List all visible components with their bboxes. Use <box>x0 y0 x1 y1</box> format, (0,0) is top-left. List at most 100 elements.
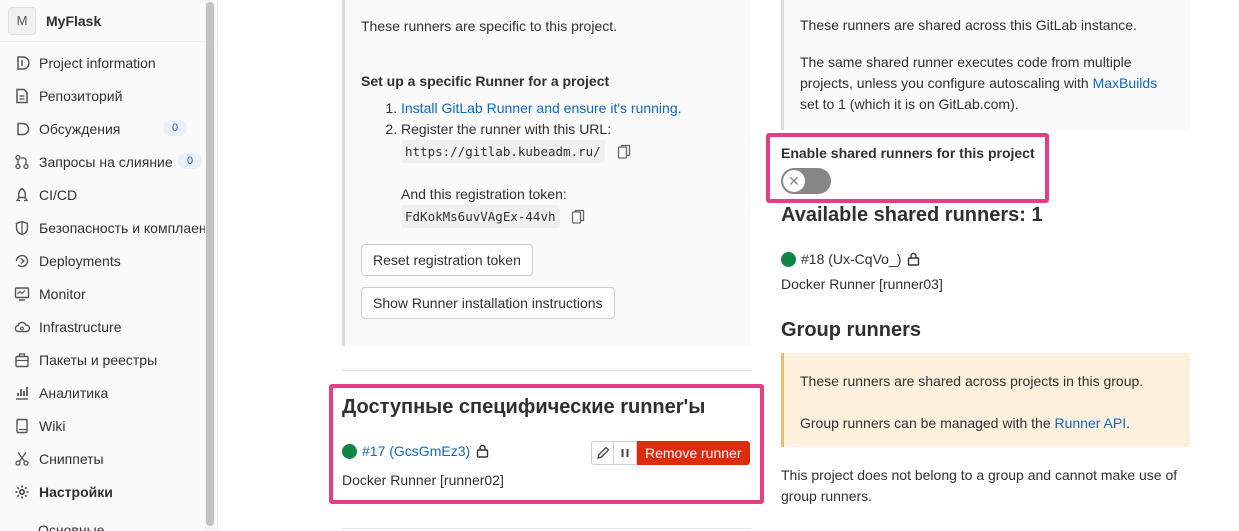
divider <box>342 370 751 371</box>
chart-icon <box>13 384 31 402</box>
shared-runner-row: #18 (Ux-CqVo_) <box>781 251 920 267</box>
divider <box>342 528 751 529</box>
specific-runner-row: #17 (GcsGmEz3) <box>342 443 489 459</box>
runner-api-link[interactable]: Runner API <box>1055 415 1127 431</box>
enable-shared-runners-label: Enable shared runners for this project <box>781 145 1035 161</box>
runner-online-status-icon <box>342 443 357 459</box>
group-runners-notice: These runners are shared across projects… <box>781 353 1190 447</box>
sidebar-item-analytics[interactable]: Аналитика <box>0 376 217 409</box>
doc-icon <box>13 87 31 105</box>
pencil-icon <box>596 446 609 459</box>
edit-runner-button[interactable] <box>591 441 614 465</box>
pause-runner-button[interactable] <box>614 441 637 465</box>
lock-icon <box>476 444 489 458</box>
copy-token-icon[interactable] <box>571 209 585 225</box>
sidebar-item-label: Обсуждения <box>39 120 121 137</box>
sidebar-item-label: Infrastructure <box>39 318 122 335</box>
remove-runner-button[interactable]: Remove runner <box>637 441 750 465</box>
group-notice-text-end: . <box>1126 415 1130 431</box>
sidebar-item-deployments[interactable]: Deployments <box>0 244 217 277</box>
install-runner-link[interactable]: Install GitLab Runner and ensure it's ru… <box>401 100 682 116</box>
project-name: MyFlask <box>46 12 102 29</box>
sidebar-item-project-information[interactable]: Project information <box>0 46 217 79</box>
merge-request-icon <box>13 153 31 171</box>
specific-runner-link[interactable]: #17 (GcsGmEz3) <box>362 443 470 459</box>
sidebar-scrollbar-thumb[interactable] <box>206 2 214 526</box>
lock-icon <box>907 252 920 266</box>
register-url-code: https://gitlab.kubeadm.ru/ <box>401 140 605 163</box>
sidebar-nav: Project information Репозиторий Обсужден… <box>0 42 217 508</box>
shared-runners-intro: These runners are shared across this Git… <box>800 17 1137 33</box>
specific-runners-card: These runners are specific to this proje… <box>342 0 751 346</box>
issues-count-badge: 0 <box>163 120 187 136</box>
sidebar-item-label: Сниппеты <box>39 450 104 467</box>
specific-runners-intro: These runners are specific to this proje… <box>361 18 618 34</box>
sidebar-item-packages[interactable]: Пакеты и реестры <box>0 343 217 376</box>
sidebar-item-label: Репозиторий <box>39 87 123 104</box>
package-icon <box>13 351 31 369</box>
sidebar-item-settings[interactable]: Настройки <box>0 475 217 508</box>
sidebar-scrollbar[interactable] <box>205 0 215 531</box>
maxbuilds-link[interactable]: MaxBuilds <box>1093 75 1158 91</box>
no-group-text: This project does not belong to a group … <box>781 467 1178 504</box>
sidebar-item-wiki[interactable]: Wiki <box>0 409 217 442</box>
setup-step-1: Install GitLab Runner and ensure it's ru… <box>401 98 735 119</box>
sidebar-item-ci-cd[interactable]: CI/CD <box>0 178 217 211</box>
group-runners-notice-1: These runners are shared across projects… <box>800 373 1144 389</box>
rocket-icon <box>13 186 31 204</box>
available-specific-runners-title: Доступные специфические runner'ы <box>342 396 706 418</box>
shared-runners-card: These runners are shared across this Git… <box>781 0 1190 130</box>
sidebar-item-issues[interactable]: Обсуждения 0 <box>0 112 217 145</box>
sidebar-item-label: Пакеты и реестры <box>39 351 158 368</box>
sidebar-item-label: Настройки <box>39 483 113 500</box>
sidebar-item-label: Wiki <box>39 417 66 434</box>
registration-token-text: And this registration token: <box>401 186 567 202</box>
cloud-icon <box>13 318 31 336</box>
sidebar-item-label: CI/CD <box>39 186 78 203</box>
sidebar-item-security[interactable]: Безопасность и комплаенс <box>0 211 217 244</box>
pause-icon <box>621 449 629 457</box>
close-icon: ✕ <box>783 170 805 192</box>
shared-desc-text: The same shared runner executes code fro… <box>800 54 1132 91</box>
sidebar-item-monitor[interactable]: Monitor <box>0 277 217 310</box>
setup-runner-heading: Set up a specific Runner for a project <box>361 73 610 89</box>
monitor-icon <box>13 285 31 303</box>
sidebar-item-label: Monitor <box>39 285 86 302</box>
register-url-text: Register the runner with this URL: <box>401 121 612 137</box>
project-header[interactable]: M MyFlask <box>0 0 217 42</box>
specific-runner-description: Docker Runner [runner02] <box>342 472 504 488</box>
registration-token-code: FdKokMs6uvVAgEx-44vh <box>401 205 560 228</box>
sidebar-item-repository[interactable]: Репозиторий <box>0 79 217 112</box>
runner-online-status-icon <box>781 251 796 267</box>
shared-desc-text-end: set to 1 (which it is on GitLab.com). <box>800 96 1019 112</box>
book-icon <box>13 417 31 435</box>
reset-token-button[interactable]: Reset registration token <box>361 244 533 276</box>
sidebar-item-label: Project information <box>39 54 156 71</box>
copy-url-icon[interactable] <box>617 144 631 160</box>
sidebar-item-label: Deployments <box>39 252 121 269</box>
group-notice-text: Group runners can be managed with the <box>800 415 1055 431</box>
setup-step-2: Register the runner with this URL: https… <box>401 119 735 228</box>
shared-runner-label: #18 (Ux-CqVo_) <box>801 251 902 267</box>
setup-steps: Install GitLab Runner and ensure it's ru… <box>361 98 735 228</box>
info-icon <box>13 54 31 72</box>
runner-actions: Remove runner <box>591 441 750 465</box>
sidebar-item-label: Запросы на слияние <box>39 153 173 170</box>
scissors-icon <box>13 450 31 468</box>
available-shared-runners-title: Available shared runners: 1 <box>781 204 1043 226</box>
shared-runners-description: The same shared runner executes code fro… <box>800 52 1174 115</box>
enable-shared-runners-toggle[interactable]: ✕ <box>781 168 831 194</box>
group-runners-notice-2: Group runners can be managed with the Ru… <box>800 413 1174 434</box>
deployments-icon <box>13 252 31 270</box>
shared-runner-description: Docker Runner [runner03] <box>781 276 943 292</box>
group-runners-title: Group runners <box>781 319 922 341</box>
sidebar-item-infrastructure[interactable]: Infrastructure <box>0 310 217 343</box>
show-instructions-button[interactable]: Show Runner installation instructions <box>361 287 615 319</box>
sidebar-item-snippets[interactable]: Сниппеты <box>0 442 217 475</box>
sidebar-subitem-general[interactable]: Основные <box>0 508 217 531</box>
gear-icon <box>13 483 31 501</box>
issues-icon <box>13 120 31 138</box>
shield-icon <box>13 219 31 237</box>
sidebar-item-merge-requests[interactable]: Запросы на слияние 0 <box>0 145 217 178</box>
merge-requests-count-badge: 0 <box>178 153 202 169</box>
